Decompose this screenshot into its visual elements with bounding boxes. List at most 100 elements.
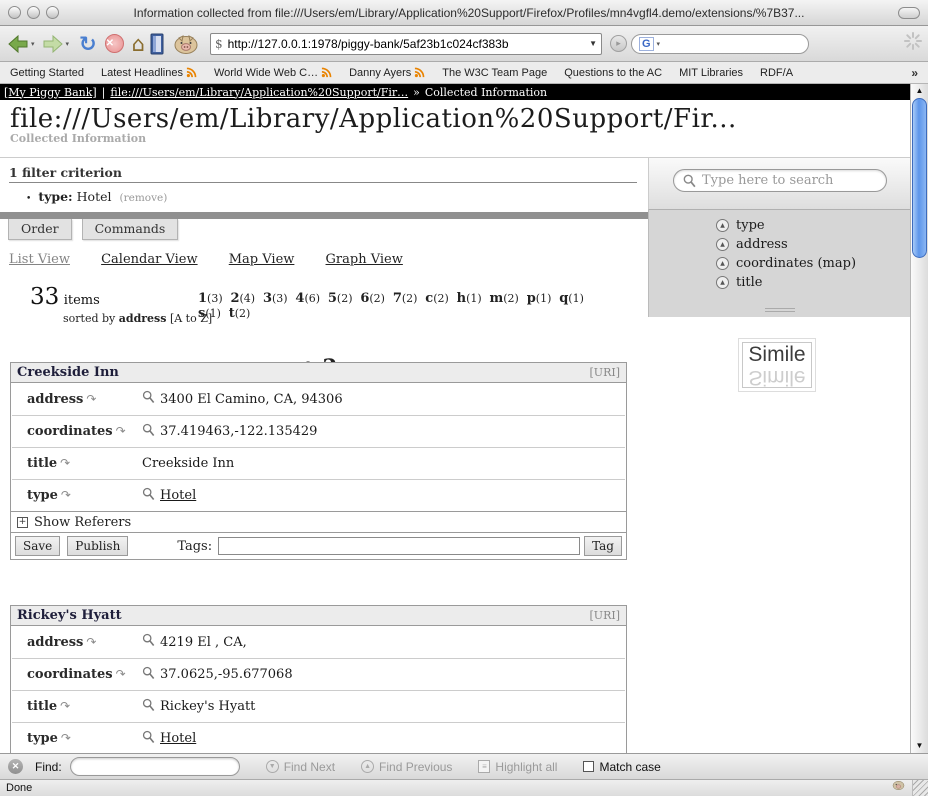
- web-search-input[interactable]: [660, 37, 815, 51]
- search-box[interactable]: [673, 169, 887, 192]
- bookmark-latest-headlines[interactable]: Latest Headlines: [101, 67, 197, 79]
- simile-logo[interactable]: Simile Simile: [742, 342, 812, 388]
- search-magnifier-icon[interactable]: [142, 487, 155, 501]
- index-link[interactable]: h(1): [457, 291, 482, 305]
- graph-view-link[interactable]: Graph View: [326, 252, 403, 267]
- search-magnifier-icon[interactable]: [142, 666, 155, 680]
- close-findbar-button[interactable]: ✕: [8, 759, 23, 774]
- index-link[interactable]: m(2): [490, 291, 519, 305]
- uri-link[interactable]: [URI]: [590, 366, 620, 379]
- search-input[interactable]: [702, 173, 877, 188]
- pivot-arrow-icon[interactable]: ↷: [61, 488, 71, 502]
- index-link[interactable]: 2(4): [230, 291, 255, 305]
- type-value-link[interactable]: Hotel: [160, 731, 196, 746]
- facet-type[interactable]: ▲ type: [716, 216, 910, 235]
- web-search-bar[interactable]: G ▾: [631, 34, 809, 54]
- match-case-checkbox[interactable]: [583, 761, 594, 772]
- save-button[interactable]: Save: [15, 536, 60, 556]
- tags-input[interactable]: [218, 537, 580, 555]
- facet-expand-icon[interactable]: ▲: [716, 238, 729, 251]
- bookmark-danny-ayers[interactable]: Danny Ayers: [349, 67, 425, 79]
- go-button[interactable]: ▸: [610, 35, 627, 52]
- remove-filter-link[interactable]: (remove): [120, 192, 168, 204]
- index-link[interactable]: 3(3): [263, 291, 288, 305]
- window-resize-grip[interactable]: [912, 780, 928, 796]
- search-magnifier-icon[interactable]: [142, 698, 155, 712]
- index-link[interactable]: q(1): [559, 291, 584, 305]
- publish-button[interactable]: Publish: [67, 536, 128, 556]
- close-window-button[interactable]: [8, 6, 21, 19]
- find-next-button[interactable]: ▼ Find Next: [266, 760, 335, 774]
- match-case-option[interactable]: Match case: [583, 760, 660, 774]
- tab-order[interactable]: Order: [8, 219, 72, 240]
- pivot-arrow-icon[interactable]: ↷: [86, 635, 96, 649]
- index-link[interactable]: 4(6): [295, 291, 320, 305]
- type-value-link[interactable]: Hotel: [160, 488, 196, 503]
- index-link[interactable]: 5(2): [328, 291, 353, 305]
- pivot-arrow-icon[interactable]: ↷: [61, 731, 71, 745]
- search-magnifier-icon[interactable]: [142, 730, 155, 744]
- bookmark-getting-started[interactable]: Getting Started: [10, 67, 84, 79]
- search-magnifier-icon[interactable]: [142, 633, 155, 647]
- facet-expand-icon[interactable]: ▲: [716, 257, 729, 270]
- url-history-caret[interactable]: ▼: [589, 39, 597, 48]
- url-input[interactable]: [228, 37, 589, 51]
- pivot-arrow-icon[interactable]: ↷: [116, 667, 126, 681]
- location-bar[interactable]: $ ▼: [210, 33, 602, 55]
- search-magnifier-icon[interactable]: [142, 390, 155, 404]
- scrollbar-thumb[interactable]: [912, 98, 927, 258]
- index-link[interactable]: t(2): [229, 306, 251, 320]
- scroll-down-arrow[interactable]: ▼: [911, 739, 928, 753]
- pivot-arrow-icon[interactable]: ↷: [60, 699, 70, 713]
- index-link[interactable]: s(1): [198, 306, 221, 320]
- search-magnifier-icon[interactable]: [142, 423, 155, 437]
- map-view-link[interactable]: Map View: [229, 252, 295, 267]
- pivot-arrow-icon[interactable]: ↷: [116, 424, 126, 438]
- piggy-bank-button[interactable]: [172, 32, 200, 56]
- expand-plus-icon[interactable]: +: [17, 517, 28, 528]
- home-button[interactable]: ⌂: [132, 34, 145, 54]
- toolbar-toggle-capsule[interactable]: [898, 7, 920, 19]
- facet-coordinates-map[interactable]: ▲ coordinates (map): [716, 254, 910, 273]
- bookmark-questions-to-ac[interactable]: Questions to the AC: [564, 67, 662, 79]
- panel-resize-handle[interactable]: [765, 306, 795, 312]
- index-link[interactable]: 7(2): [393, 291, 418, 305]
- minimize-window-button[interactable]: [27, 6, 40, 19]
- back-dropdown-caret[interactable]: ▾: [31, 40, 35, 48]
- pivot-arrow-icon[interactable]: ↷: [86, 392, 96, 406]
- facet-expand-icon[interactable]: ▲: [716, 219, 729, 232]
- find-input[interactable]: [82, 760, 237, 774]
- index-link[interactable]: p(1): [527, 291, 552, 305]
- facet-expand-icon[interactable]: ▲: [716, 276, 729, 289]
- forward-button[interactable]: ▾: [41, 34, 70, 54]
- tag-button[interactable]: Tag: [584, 536, 622, 556]
- facet-address[interactable]: ▲ address: [716, 235, 910, 254]
- scroll-up-arrow[interactable]: ▲: [911, 84, 928, 98]
- bookmarks-sidebar-button[interactable]: [149, 33, 166, 55]
- highlight-all-button[interactable]: ≡ Highlight all: [478, 760, 557, 774]
- calendar-view-link[interactable]: Calendar View: [101, 252, 197, 267]
- tab-commands[interactable]: Commands: [82, 219, 179, 240]
- forward-dropdown-caret[interactable]: ▾: [66, 40, 70, 48]
- index-link[interactable]: 1(3): [198, 291, 223, 305]
- breadcrumb-my-piggy-bank-link[interactable]: [My Piggy Bank]: [4, 86, 97, 99]
- pivot-arrow-icon[interactable]: ↷: [60, 456, 70, 470]
- uri-link[interactable]: [URI]: [590, 609, 620, 622]
- zoom-window-button[interactable]: [46, 6, 59, 19]
- reload-button[interactable]: ↻: [79, 33, 97, 55]
- facet-title[interactable]: ▲ title: [716, 273, 910, 292]
- show-referers-toggle[interactable]: + Show Referers: [11, 511, 626, 532]
- vertical-scrollbar[interactable]: ▲ ▼: [910, 84, 928, 753]
- bookmark-world-wide-web[interactable]: World Wide Web C…: [214, 67, 332, 79]
- find-field[interactable]: [70, 757, 240, 776]
- bookmark-mit-libraries[interactable]: MIT Libraries: [679, 67, 743, 79]
- find-previous-button[interactable]: ▲ Find Previous: [361, 760, 452, 774]
- piggy-bank-status-icon[interactable]: [891, 779, 906, 794]
- bookmark-rdfa[interactable]: RDF/A: [760, 67, 793, 79]
- bookmark-w3c-team-page[interactable]: The W3C Team Page: [442, 67, 547, 79]
- list-view-link[interactable]: List View: [9, 252, 70, 267]
- index-link[interactable]: c(2): [425, 291, 449, 305]
- breadcrumb-path-link[interactable]: file:///Users/em/Library/Application%20S…: [110, 86, 408, 99]
- index-link[interactable]: 6(2): [360, 291, 385, 305]
- stop-button[interactable]: ✕: [105, 34, 124, 53]
